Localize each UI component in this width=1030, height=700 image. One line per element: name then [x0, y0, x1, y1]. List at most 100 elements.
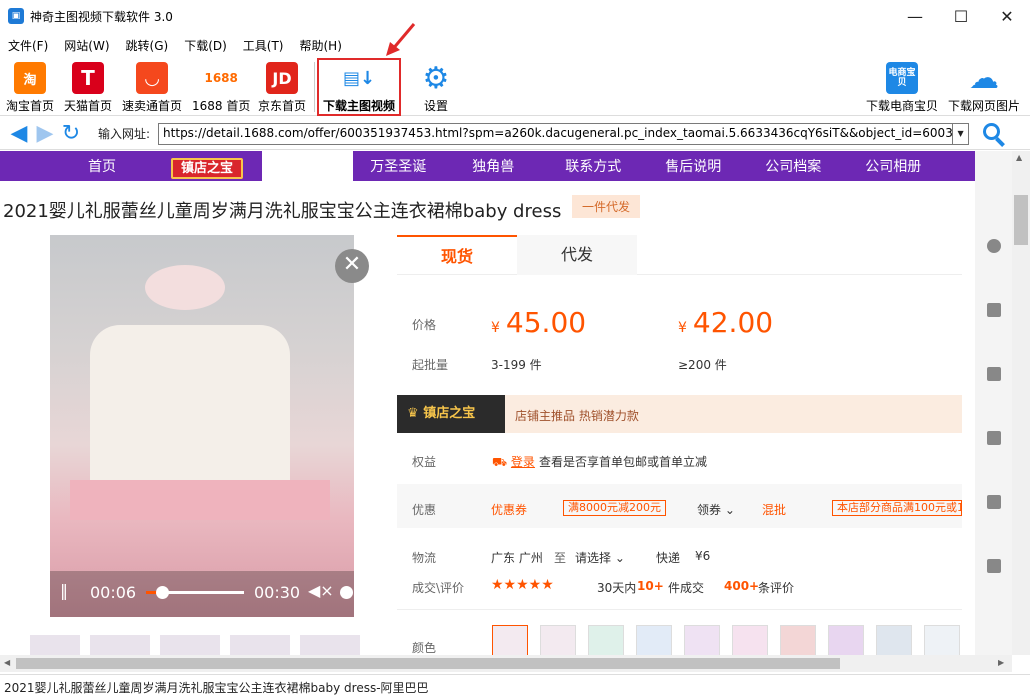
shop-nav-products[interactable]: 供应产品 ▼	[262, 151, 354, 181]
store-coupon-badge[interactable]: 本店部分商品满100元或1	[832, 500, 962, 516]
thumbnail[interactable]	[160, 635, 220, 655]
horizontal-scrollbar[interactable]: ◀ ▶	[0, 655, 1012, 672]
color-swatch[interactable]	[636, 625, 672, 655]
footprint-icon[interactable]	[987, 431, 1001, 445]
status-bar: 2021婴儿礼服蕾丝儿童周岁满月洗礼服宝宝公主连衣裙棉baby dress-阿里…	[0, 674, 1030, 700]
menu-file[interactable]: 文件(F)	[0, 37, 56, 54]
thumbnail[interactable]	[300, 635, 360, 655]
taobao-home-button[interactable]: 淘 淘宝首页	[6, 60, 54, 114]
scroll-up-icon[interactable]: ▲	[1016, 153, 1022, 162]
mute-icon[interactable]: ◀×	[308, 581, 334, 600]
color-swatch[interactable]	[588, 625, 624, 655]
menu-tools[interactable]: 工具(T)	[235, 37, 292, 54]
download-main-video-button[interactable]: ▤↓ 下载主图视频	[317, 58, 402, 116]
stock-tabs: 现货 代发	[397, 235, 962, 275]
download-webpage-images-button[interactable]: ☁ 下载网页图片	[948, 60, 1020, 114]
tab-dropship[interactable]: 代发	[517, 235, 637, 275]
thumbnail[interactable]	[90, 635, 150, 655]
window-title: 神奇主图视频下载软件 3.0	[30, 9, 173, 24]
menu-website[interactable]: 网站(W)	[56, 37, 117, 54]
url-input[interactable]: https://detail.1688.com/offer/6003519374…	[158, 122, 954, 145]
shop-nav-unicorn[interactable]: 独角兽	[443, 156, 543, 176]
aliexpress-icon: ◡	[136, 62, 168, 94]
page-side-toolbar	[975, 151, 1012, 655]
refresh-icon[interactable]: ↻	[58, 121, 84, 146]
color-swatches	[492, 625, 960, 655]
minimize-button[interactable]: —	[892, 0, 938, 32]
document-icon[interactable]	[987, 559, 1001, 573]
close-video-icon[interactable]: ✕	[335, 249, 369, 283]
settings-gear-icon: ⚙	[420, 61, 452, 96]
download-ecommerce-button[interactable]: 电商宝贝 下载电商宝贝	[866, 60, 938, 114]
back-arrow-icon[interactable]: ◀	[6, 121, 32, 146]
thumbnail[interactable]	[30, 635, 80, 655]
login-link[interactable]: ⛟ 登录	[492, 453, 535, 471]
dress-image	[90, 325, 290, 505]
product-video[interactable]: ‖ 00:06 00:30 ◀×	[50, 235, 354, 617]
1688-home-button[interactable]: 1688 1688 首页	[192, 60, 250, 114]
zdzb-banner: ♛ 镇店之宝 店铺主推品 热销潜力款	[397, 395, 962, 433]
jd-home-button[interactable]: JD 京东首页	[258, 60, 306, 114]
color-swatch[interactable]	[492, 625, 528, 655]
shop-nav-zdzb[interactable]: 镇店之宝	[170, 157, 243, 179]
forward-arrow-icon[interactable]: ▶	[32, 121, 58, 146]
menu-go[interactable]: 跳转(G)	[118, 37, 177, 54]
thumbnail[interactable]	[230, 635, 290, 655]
vertical-scroll-thumb[interactable]	[1014, 195, 1028, 245]
zdzb-title: ♛ 镇店之宝	[397, 395, 505, 433]
shop-nav-company-profile[interactable]: 公司档案	[743, 156, 843, 176]
url-dropdown-icon[interactable]: ▼	[953, 122, 970, 145]
ship-to-word: 至	[554, 551, 567, 565]
shop-nav: 首页 镇店之宝 供应产品 ▼ 万圣圣诞 独角兽 联系方式 售后说明 公司档案 公…	[0, 151, 975, 181]
menu-help[interactable]: 帮助(H)	[292, 37, 350, 54]
tab-in-stock[interactable]: 现货	[397, 235, 517, 275]
bookmark-icon[interactable]	[987, 367, 1001, 381]
message-icon[interactable]	[987, 303, 1001, 317]
reviews-count[interactable]: 400+	[724, 579, 759, 593]
hair-bow-image	[145, 265, 225, 310]
maximize-button[interactable]: ☐	[938, 0, 984, 32]
mixed-batch-label: 混批	[762, 503, 787, 517]
scroll-left-icon[interactable]: ◀	[4, 658, 10, 667]
tmall-icon: T	[72, 62, 104, 94]
pause-icon[interactable]: ‖	[60, 581, 68, 600]
color-swatch[interactable]	[828, 625, 864, 655]
deals-suffix: 件成交	[668, 581, 705, 595]
volume-handle[interactable]	[340, 586, 353, 599]
status-text: 2021婴儿礼服蕾丝儿童周岁满月洗礼服宝宝公主连衣裙棉baby dress-阿里…	[4, 681, 429, 695]
coupon-badge[interactable]: 满8000元减200元	[563, 500, 666, 516]
search-icon[interactable]	[981, 121, 1007, 147]
get-coupon-link[interactable]: 领券 ⌄	[697, 501, 735, 518]
shop-nav-company-album[interactable]: 公司相册	[843, 156, 943, 176]
color-label: 颜色	[412, 641, 437, 655]
price-tier-1: ¥45.00	[491, 306, 587, 339]
vertical-scrollbar[interactable]: ▲	[1012, 151, 1030, 655]
dropship-tag: 一件代发	[572, 195, 641, 218]
reviews-suffix: 条评价	[758, 581, 795, 595]
color-swatch[interactable]	[732, 625, 768, 655]
destination-select[interactable]: 请选择 ⌄	[575, 549, 625, 566]
color-swatch[interactable]	[780, 625, 816, 655]
video-progress-handle[interactable]	[156, 586, 169, 599]
color-swatch[interactable]	[540, 625, 576, 655]
moq-tier-1: 3-199 件	[491, 358, 542, 372]
horizontal-scroll-thumb[interactable]	[16, 658, 840, 669]
tmall-home-button[interactable]: T 天猫首页	[64, 60, 112, 114]
menu-download[interactable]: 下载(D)	[176, 37, 235, 54]
shop-nav-aftersales[interactable]: 售后说明	[643, 156, 743, 176]
scroll-right-icon[interactable]: ▶	[998, 658, 1004, 667]
color-swatch[interactable]	[684, 625, 720, 655]
toolbar-separator	[314, 62, 315, 112]
shipping-fee: ¥6	[695, 549, 711, 563]
aliexpress-home-button[interactable]: ◡ 速卖通首页	[122, 60, 182, 114]
rating-stars: ★★★★★	[491, 577, 554, 593]
shop-nav-home[interactable]: 首页	[52, 156, 152, 176]
color-swatch[interactable]	[924, 625, 960, 655]
close-window-button[interactable]: ✕	[984, 0, 1030, 32]
service-icon[interactable]	[987, 239, 1001, 253]
color-swatch[interactable]	[876, 625, 912, 655]
bell-icon[interactable]	[987, 495, 1001, 509]
shop-nav-contact[interactable]: 联系方式	[543, 156, 643, 176]
shop-nav-halloween[interactable]: 万圣圣诞	[353, 156, 443, 176]
settings-button[interactable]: ⚙ 设置	[420, 60, 452, 114]
